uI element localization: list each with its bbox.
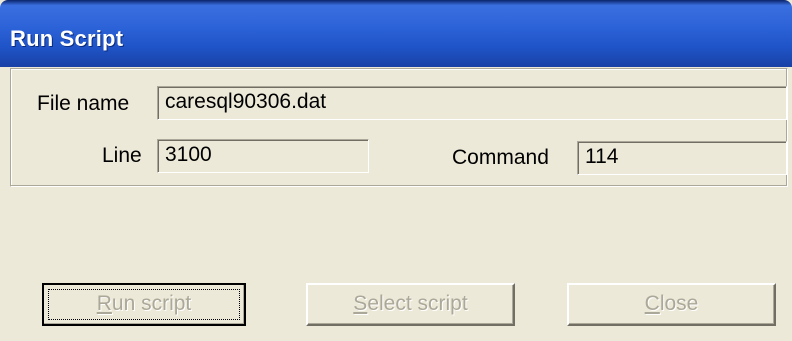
line-label: Line [102, 144, 142, 167]
command-field: 114 [577, 141, 787, 175]
close-label: lose [659, 292, 699, 315]
line-field: 3100 [157, 139, 369, 173]
run-script-button[interactable]: Run script [42, 283, 246, 326]
select-script-button[interactable]: Select script [306, 283, 515, 326]
window-title: Run Script [10, 26, 124, 51]
focus-ring [48, 289, 240, 320]
title-bar[interactable]: Run Script [0, 0, 792, 67]
close-accel: C [644, 292, 660, 315]
select-script-accel: S [353, 292, 368, 315]
file-name-field: caresql90306.dat [157, 86, 787, 120]
select-script-label: elect script [367, 292, 468, 315]
file-name-label: File name [37, 92, 130, 115]
command-label: Command [452, 146, 549, 169]
run-script-dialog: Run Script File name caresql90306.dat Li… [0, 0, 792, 341]
close-button[interactable]: Close [567, 283, 776, 326]
